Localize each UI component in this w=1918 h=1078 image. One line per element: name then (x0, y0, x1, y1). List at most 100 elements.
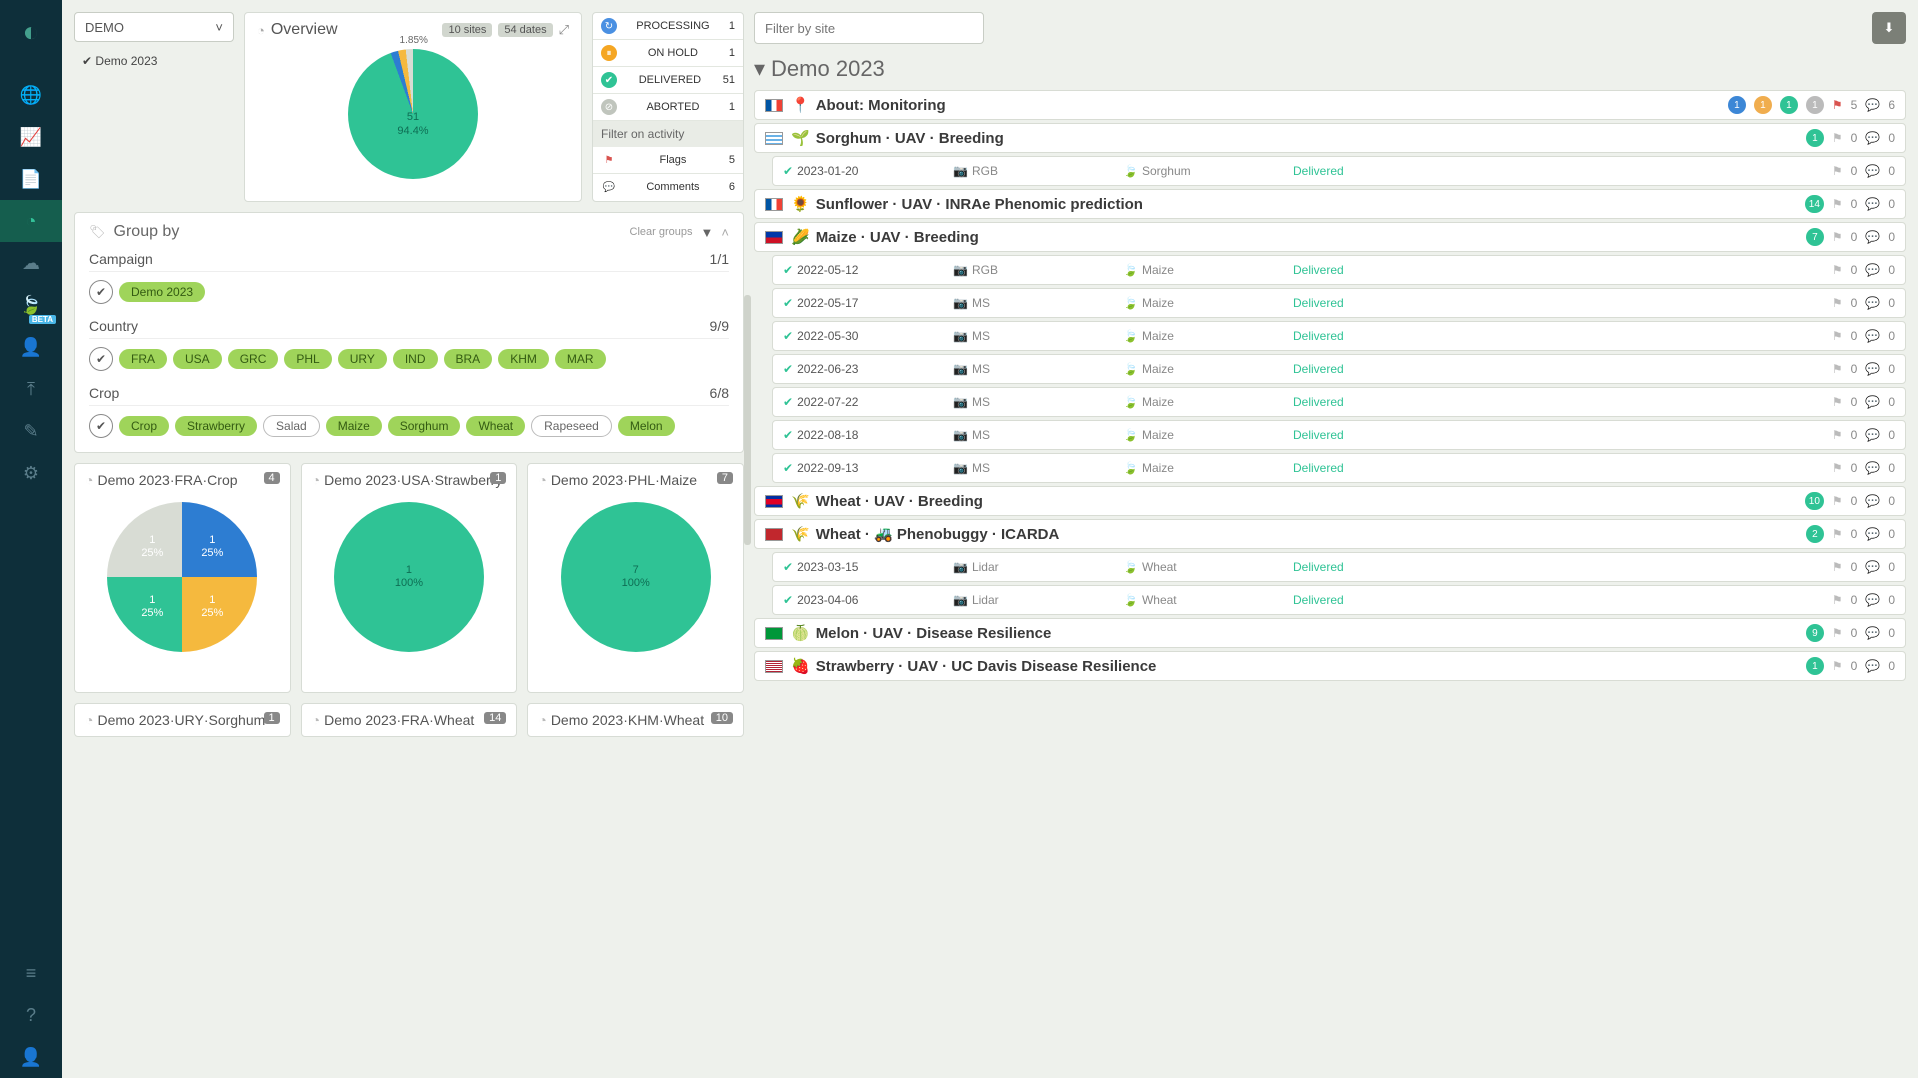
site-row[interactable]: 🍓Strawberry · UAV · UC Davis Disease Res… (754, 651, 1906, 681)
status-count-badge: 1 (1780, 96, 1798, 114)
acquisition-row[interactable]: ✔2022-06-23 📷MS 🍃Maize Delivered ⚑0 💬0 (772, 354, 1906, 384)
campaign-item[interactable]: ✔ Demo 2023 (74, 48, 234, 74)
toggle-all-button[interactable]: ✔ (89, 347, 113, 371)
campaign-select[interactable]: DEMO ˅ (74, 12, 234, 42)
expand-icon[interactable]: ⤢ (559, 22, 569, 38)
filter-site-input[interactable] (754, 12, 984, 44)
nav-cloud-upload-icon[interactable]: ☁ (0, 242, 62, 284)
flag-icon: ⚑ (1832, 230, 1843, 244)
mini-chart-title: Demo 2023·PHL·Maize (551, 472, 697, 488)
site-row[interactable]: 🌾Wheat · 🚜 Phenobuggy · ICARDA 2 ⚑0 💬0 (754, 519, 1906, 549)
clear-groups-button[interactable]: Clear groups (630, 226, 693, 238)
acquisition-row[interactable]: ✔2022-08-18 📷MS 🍃Maize Delivered ⚑0 💬0 (772, 420, 1906, 450)
check-icon: ✔ (783, 296, 793, 310)
section-title[interactable]: ▾ Demo 2023 (754, 52, 1906, 90)
acquisition-row[interactable]: ✔2023-03-15 📷Lidar 🍃Wheat Delivered ⚑0 💬… (772, 552, 1906, 582)
filter-tag[interactable]: Strawberry (175, 416, 257, 436)
status-label: Delivered (1293, 263, 1344, 277)
filter-flags[interactable]: ⚑Flags5 (593, 147, 743, 174)
status-aborted[interactable]: ⊘ABORTED1 (593, 94, 743, 121)
site-emoji-icon: 🌽 (791, 228, 810, 246)
nav-help-icon[interactable]: ? (0, 994, 62, 1036)
scrollbar[interactable] (744, 295, 751, 545)
site-row[interactable]: 🍈Melon · UAV · Disease Resilience 9 ⚑0 💬… (754, 618, 1906, 648)
site-row[interactable]: 🌻Sunflower · UAV · INRAe Phenomic predic… (754, 189, 1906, 219)
status-count-badge: 7 (1806, 228, 1824, 246)
filter-tag[interactable]: Maize (326, 416, 382, 436)
filter-tag[interactable]: Salad (263, 415, 320, 437)
toggle-all-button[interactable]: ✔ (89, 414, 113, 438)
filter-tag[interactable]: URY (338, 349, 387, 369)
toggle-all-button[interactable]: ✔ (89, 280, 113, 304)
collapse-icon[interactable]: ˄ (721, 225, 729, 240)
mini-chart-panel[interactable]: ◔Demo 2023·USA·Strawberry11100% (301, 463, 518, 693)
comment-count: 6 (1888, 98, 1895, 112)
filter-tag[interactable]: GRC (228, 349, 279, 369)
filter-tag[interactable]: IND (393, 349, 438, 369)
filter-tag[interactable]: KHM (498, 349, 549, 369)
acquisition-row[interactable]: ✔2022-05-30 📷MS 🍃Maize Delivered ⚑0 💬0 (772, 321, 1906, 351)
site-row[interactable]: 📍About: Monitoring 1111 ⚑5 💬6 (754, 90, 1906, 120)
overview-small-pct: 1.85% (400, 35, 428, 46)
nav-settings-icon[interactable]: ⚙ (0, 452, 62, 494)
filter-tag[interactable]: Sorghum (388, 416, 461, 436)
sensor-label: RGB (972, 164, 998, 178)
nav-edit-icon[interactable]: ✎ (0, 410, 62, 452)
mini-chart-panel[interactable]: ◔Demo 2023·URY·Sorghum1 (74, 703, 291, 737)
status-onhold[interactable]: ⏸ON HOLD1 (593, 40, 743, 67)
nav-upload-icon[interactable]: ⤒ (0, 368, 62, 410)
filter-tag[interactable]: Crop (119, 416, 169, 436)
filter-tag[interactable]: Rapeseed (531, 415, 612, 437)
acquisition-row[interactable]: ✔2022-05-17 📷MS 🍃Maize Delivered ⚑0 💬0 (772, 288, 1906, 318)
date-label: 2022-08-18 (797, 428, 858, 442)
status-delivered[interactable]: ✔DELIVERED51 (593, 67, 743, 94)
nav-account-icon[interactable]: 👤 (0, 1036, 62, 1078)
nav-leaf-icon[interactable]: 🍃 (0, 284, 62, 326)
flag-icon: ⚑ (1832, 263, 1843, 277)
site-row[interactable]: 🌾Wheat · UAV · Breeding 10 ⚑0 💬0 (754, 486, 1906, 516)
acquisition-row[interactable]: ✔2023-04-06 📷Lidar 🍃Wheat Delivered ⚑0 💬… (772, 585, 1906, 615)
date-label: 2022-06-23 (797, 362, 858, 376)
acquisition-row[interactable]: ✔2022-09-13 📷MS 🍃Maize Delivered ⚑0 💬0 (772, 453, 1906, 483)
mini-chart-panel[interactable]: ◔Demo 2023·FRA·Wheat14 (301, 703, 518, 737)
status-processing[interactable]: ↻PROCESSING1 (593, 13, 743, 40)
flag-count: 0 (1851, 230, 1858, 244)
mini-chart-title: Demo 2023·FRA·Wheat (324, 712, 474, 728)
flag-count: 0 (1851, 494, 1858, 508)
pie-icon: ◔ (312, 472, 320, 488)
check-icon: ✔ (783, 593, 793, 607)
nav-user-icon[interactable]: 👤 (0, 326, 62, 368)
mini-chart-panel[interactable]: ◔Demo 2023·KHM·Wheat10 (527, 703, 744, 737)
nav-menu-icon[interactable]: ≡ (0, 952, 62, 994)
acquisition-row[interactable]: ✔2023-01-20 📷RGB 🍃Sorghum Delivered ⚑0 💬… (772, 156, 1906, 186)
status-label: Delivered (1293, 296, 1344, 310)
filter-tag[interactable]: Demo 2023 (119, 282, 205, 302)
download-button[interactable]: ⬇ (1872, 12, 1906, 44)
date-label: 2023-04-06 (797, 593, 858, 607)
filter-tag[interactable]: FRA (119, 349, 167, 369)
filter-tag[interactable]: Wheat (466, 416, 525, 436)
site-row[interactable]: 🌱Sorghum · UAV · Breeding 1 ⚑0 💬0 (754, 123, 1906, 153)
mini-chart-panel[interactable]: ◔Demo 2023·PHL·Maize77100% (527, 463, 744, 693)
mini-pie: 7100% (561, 502, 711, 652)
filter-tag[interactable]: MAR (555, 349, 606, 369)
filter-icon[interactable]: ▼ (701, 225, 714, 240)
nav-globe-icon[interactable]: 🌐 (0, 74, 62, 116)
check-icon: ✔ (783, 395, 793, 409)
mini-chart-panel[interactable]: ◔Demo 2023·FRA·Crop4125%125%125%125% (74, 463, 291, 693)
filter-tag[interactable]: BRA (444, 349, 493, 369)
nav-pie-icon[interactable]: ◔ (0, 200, 62, 242)
acquisition-row[interactable]: ✔2022-05-12 📷RGB 🍃Maize Delivered ⚑0 💬0 (772, 255, 1906, 285)
comment-count: 0 (1888, 230, 1895, 244)
country-flag-icon (765, 231, 783, 244)
check-icon: ✔ (783, 461, 793, 475)
acquisition-row[interactable]: ✔2022-07-22 📷MS 🍃Maize Delivered ⚑0 💬0 (772, 387, 1906, 417)
filter-tag[interactable]: USA (173, 349, 222, 369)
filter-comments[interactable]: 💬Comments6 (593, 174, 743, 200)
site-row[interactable]: 🌽Maize · UAV · Breeding 7 ⚑0 💬0 (754, 222, 1906, 252)
status-count-badge: 10 (1805, 492, 1824, 510)
nav-chart-icon[interactable]: 📈 (0, 116, 62, 158)
filter-tag[interactable]: Melon (618, 416, 675, 436)
filter-tag[interactable]: PHL (284, 349, 331, 369)
nav-file-icon[interactable]: 📄 (0, 158, 62, 200)
